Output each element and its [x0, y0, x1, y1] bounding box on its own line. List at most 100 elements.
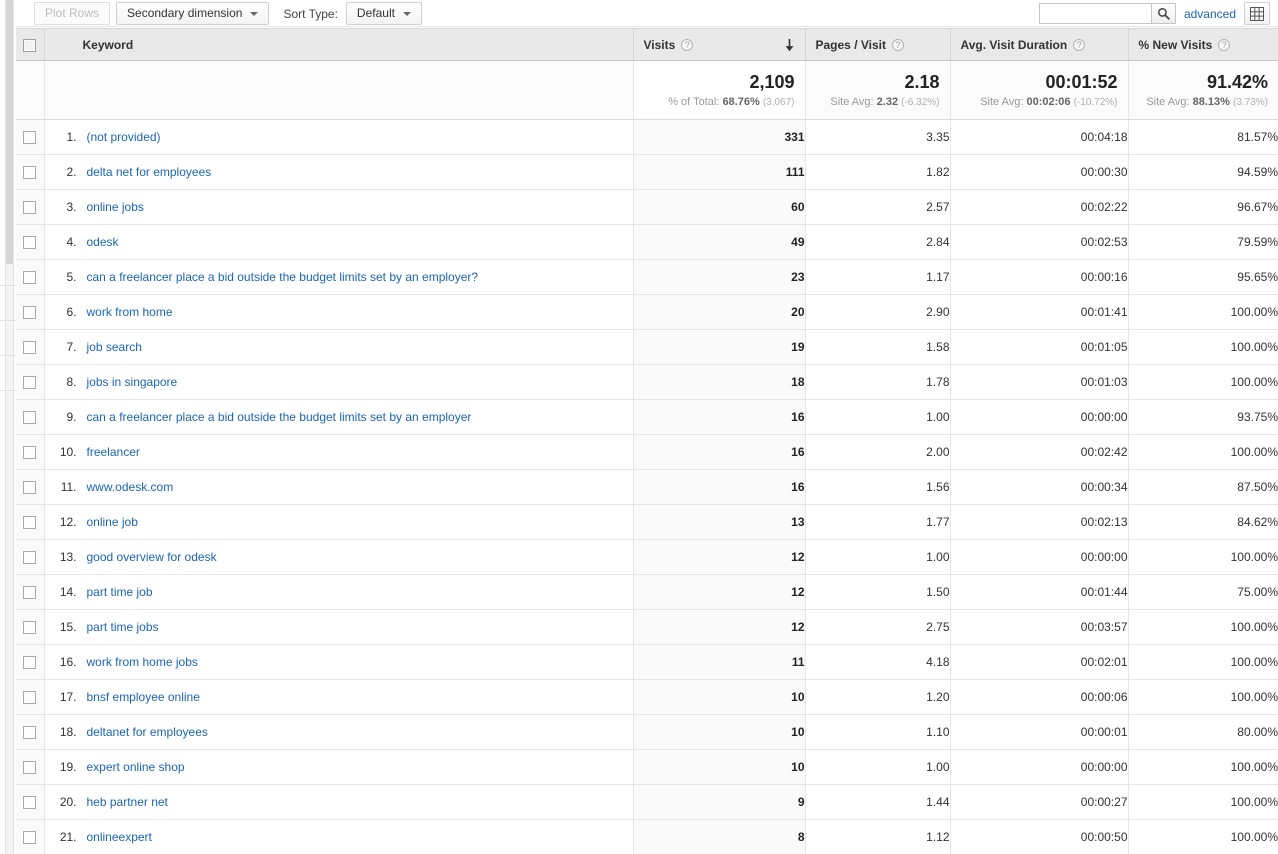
row-checkbox[interactable]	[23, 411, 37, 425]
table-row: 12. online job 13 1.77 00:02:13 84.62%	[16, 504, 1278, 540]
row-checkbox[interactable]	[23, 621, 37, 635]
table-view-button[interactable]	[1244, 2, 1270, 25]
row-checkbox-cell	[16, 259, 45, 295]
row-keyword-link[interactable]: delta net for employees	[87, 165, 212, 179]
row-checkbox-cell	[16, 784, 45, 820]
row-keyword-link[interactable]: online job	[87, 515, 138, 529]
row-checkbox[interactable]	[23, 306, 37, 320]
secondary-dimension-button[interactable]: Secondary dimension	[116, 2, 270, 25]
row-checkbox[interactable]	[23, 761, 37, 775]
plot-rows-button[interactable]: Plot Rows	[34, 2, 111, 25]
sort-type-select[interactable]: Default	[345, 2, 422, 25]
row-checkbox[interactable]	[23, 726, 37, 740]
row-keyword-link[interactable]: deltanet for employees	[87, 725, 208, 739]
row-checkbox[interactable]	[23, 271, 37, 285]
row-visits: 111	[633, 154, 806, 190]
search-input[interactable]	[1038, 3, 1151, 24]
row-keyword-link[interactable]: jobs in singapore	[87, 375, 178, 389]
row-keyword-link[interactable]: odesk	[87, 235, 119, 249]
page-scrollbar[interactable]	[0, 0, 16, 854]
summary-keyword-cell	[44, 60, 634, 120]
row-keyword-link[interactable]: freelancer	[87, 445, 140, 459]
row-avg-visit-duration: 00:01:44	[950, 574, 1129, 610]
summary-pages-per-visit-cell: 2.18 Site Avg: 2.32 (-6.32%)	[805, 60, 951, 120]
row-keyword-link[interactable]: good overview for odesk	[87, 550, 217, 564]
row-keyword-cell: 20. heb partner net	[44, 784, 634, 820]
row-keyword-link[interactable]: www.odesk.com	[87, 480, 174, 494]
row-keyword-link[interactable]: online jobs	[87, 200, 144, 214]
row-keyword-link[interactable]: part time job	[87, 585, 153, 599]
row-checkbox[interactable]	[23, 831, 37, 845]
column-header-keyword-label: Keyword	[82, 37, 134, 52]
row-checkbox[interactable]	[23, 796, 37, 810]
summary-pct-new-visits-cell: 91.42% Site Avg: 88.13% (3.73%)	[1128, 60, 1278, 120]
table-row: 18. deltanet for employees 10 1.10 00:00:01 8…	[16, 714, 1278, 750]
page-scrollbar-thumb[interactable]	[6, 0, 13, 264]
row-checkbox[interactable]	[23, 131, 37, 145]
column-header-pct-new-visits[interactable]: % New Visits?	[1128, 28, 1278, 61]
row-pages-per-visit: 2.90	[805, 294, 951, 330]
row-pct-new-visits: 79.59%	[1128, 224, 1278, 260]
row-pages-per-visit: 1.10	[805, 714, 951, 750]
summary-visits-value: 2,109	[749, 71, 795, 92]
row-keyword-link[interactable]: work from home	[87, 305, 173, 319]
row-checkbox[interactable]	[23, 341, 37, 355]
help-icon[interactable]: ?	[891, 39, 904, 52]
help-icon[interactable]: ?	[681, 39, 694, 52]
row-checkbox[interactable]	[23, 691, 37, 705]
row-visits: 16	[633, 469, 806, 505]
row-keyword-link[interactable]: can a freelancer place a bid outside the…	[87, 270, 479, 284]
row-keyword-link[interactable]: onlineexpert	[87, 830, 152, 844]
row-keyword-link[interactable]: (not provided)	[87, 130, 161, 144]
row-checkbox[interactable]	[23, 516, 37, 530]
row-keyword-link[interactable]: can a freelancer place a bid outside the…	[87, 410, 472, 424]
help-icon[interactable]: ?	[1073, 39, 1086, 52]
row-keyword-link[interactable]: work from home jobs	[87, 655, 198, 669]
search-button[interactable]	[1150, 3, 1176, 24]
row-index: 13.	[59, 550, 77, 564]
row-keyword-link[interactable]: expert online shop	[87, 760, 185, 774]
advanced-link[interactable]: advanced	[1184, 7, 1236, 21]
column-header-keyword[interactable]: Keyword	[44, 28, 634, 61]
row-checkbox[interactable]	[23, 236, 37, 250]
row-checkbox[interactable]	[23, 446, 37, 460]
row-checkbox-cell	[16, 434, 45, 470]
column-header-pct-new-visits-label: % New Visits	[1138, 37, 1213, 52]
sort-type-value: Default	[356, 6, 395, 20]
row-visits: 49	[633, 224, 806, 260]
report-toolbar: Plot Rows Secondary dimension Sort Type:…	[16, 0, 1278, 27]
row-pct-new-visits: 93.75%	[1128, 399, 1278, 435]
table-row: 5. can a freelancer place a bid outside t…	[16, 259, 1278, 295]
row-avg-visit-duration: 00:00:06	[950, 679, 1129, 715]
help-icon[interactable]: ?	[1218, 39, 1231, 52]
summary-pct-new-visits-sub-paren: (3.73%)	[1232, 96, 1268, 108]
column-header-pages-per-visit[interactable]: Pages / Visit?	[805, 28, 951, 61]
row-checkbox[interactable]	[23, 551, 37, 565]
row-checkbox[interactable]	[23, 656, 37, 670]
row-visits: 8	[633, 819, 806, 854]
column-header-avg-visit-duration[interactable]: Avg. Visit Duration?	[950, 28, 1129, 61]
row-visits: 13	[633, 504, 806, 540]
row-visits: 12	[633, 574, 806, 610]
column-header-visits[interactable]: Visits?	[633, 28, 806, 61]
row-pages-per-visit: 2.75	[805, 609, 951, 645]
column-header-pages-per-visit-label: Pages / Visit	[815, 37, 886, 52]
row-checkbox-cell	[16, 644, 45, 680]
chevron-down-icon	[402, 11, 411, 16]
row-checkbox[interactable]	[23, 201, 37, 215]
select-all-checkbox[interactable]	[23, 38, 37, 52]
row-visits: 331	[633, 119, 806, 155]
row-keyword-cell: 8. jobs in singapore	[44, 364, 634, 400]
row-checkbox[interactable]	[23, 481, 37, 495]
row-pct-new-visits: 100.00%	[1128, 539, 1278, 575]
row-keyword-link[interactable]: heb partner net	[87, 795, 168, 809]
row-checkbox[interactable]	[23, 586, 37, 600]
row-keyword-link[interactable]: bnsf employee online	[87, 690, 200, 704]
row-avg-visit-duration: 00:00:00	[950, 749, 1129, 785]
row-checkbox[interactable]	[23, 376, 37, 390]
row-checkbox[interactable]	[23, 166, 37, 180]
row-keyword-link[interactable]: part time jobs	[87, 620, 159, 634]
row-keyword-link[interactable]: job search	[87, 340, 142, 354]
summary-avg-visit-duration-sub: Site Avg: 00:02:06 (-10.72%)	[951, 96, 1117, 109]
row-checkbox-cell	[16, 469, 45, 505]
